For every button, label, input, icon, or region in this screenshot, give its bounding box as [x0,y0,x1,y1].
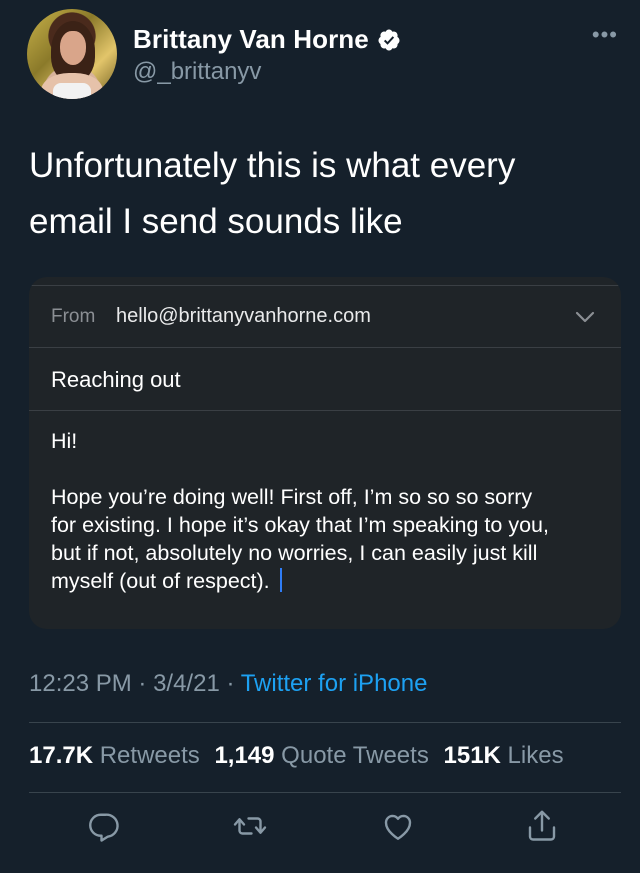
tweet-text-line: email I send sounds like [29,202,403,241]
divider [29,722,621,723]
reply-icon[interactable] [85,808,121,844]
divider [29,792,621,793]
email-from-row: From hello@brittanyvanhorne.com [29,286,621,348]
email-body: Hi! Hope you’re doing well! First off, I… [51,427,606,595]
avatar[interactable] [27,9,117,99]
author-name-row[interactable]: Brittany Van Horne [133,24,401,55]
share-icon[interactable] [524,808,560,844]
tweet-meta: 12:23 PM · 3/4/21 · Twitter for iPhone [29,670,428,697]
from-label: From [51,306,96,327]
text-cursor [279,568,282,592]
tweet-stats: 17.7K Retweets 1,149 Quote Tweets 151K L… [29,742,572,770]
tweet-date: 3/4/21 [153,670,220,697]
quote-tweets-label: Quote Tweets [281,742,429,769]
email-body-line: but if not, absolutely no worries, I can… [51,541,538,565]
tweet-text: Unfortunately this is what every email I… [29,138,619,250]
retweet-icon[interactable] [232,808,268,844]
retweets-count: 17.7K [29,742,94,769]
retweets-stat[interactable]: 17.7K Retweets [29,742,208,769]
likes-count: 151K [443,742,501,769]
like-heart-icon[interactable] [380,808,416,844]
tweet-time: 12:23 PM [29,670,132,697]
more-options-icon[interactable]: ••• [592,22,618,48]
email-body-line: myself (out of respect). [51,569,270,593]
email-body-line: Hope you’re doing well! First off, I’m s… [51,485,533,509]
tweet-text-line: Unfortunately this is what every [29,146,516,185]
likes-stat[interactable]: 151K Likes [444,742,572,769]
chevron-down-icon [575,311,595,323]
author-name[interactable]: Brittany Van Horne [133,24,369,55]
from-address: hello@brittanyvanhorne.com [116,305,371,327]
quote-tweets-stat[interactable]: 1,149 Quote Tweets [214,742,436,769]
quote-tweets-count: 1,149 [214,742,275,769]
retweets-label: Retweets [99,742,200,769]
tweet-header: Brittany Van Horne @_brittanyv ••• [0,0,640,110]
tweet-actions [0,808,640,858]
email-screenshot-card[interactable]: From hello@brittanyvanhorne.com Reaching… [29,277,621,629]
likes-label: Likes [507,742,564,769]
tweet-source-link[interactable]: Twitter for iPhone [241,670,428,697]
author-handle[interactable]: @_brittanyv [133,58,261,86]
email-subject-row: Reaching out [29,348,621,411]
email-subject: Reaching out [51,367,181,392]
email-body-line: for existing. I hope it’s okay that I’m … [51,513,549,537]
email-greeting: Hi! [51,429,78,453]
verified-badge-icon [377,28,401,52]
